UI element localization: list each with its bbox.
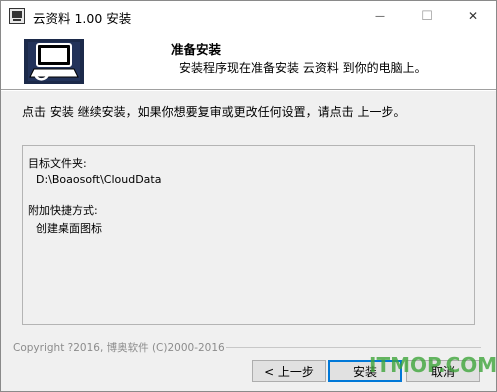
destination-path: D:\Boaosoft\CloudData [36,173,162,186]
minimize-button[interactable]: — [357,1,403,31]
installer-computer-icon [24,39,84,84]
copyright-text: Copyright ?2016, 博奥软件 (C)2000-2016 [13,342,225,354]
title-bar[interactable]: 云资料 1.00 安装 — ☐ ✕ [1,1,496,31]
shortcut-label: 附加快捷方式: [28,204,98,217]
site-watermark: ITMOP.COM [369,353,497,377]
header-divider [1,89,496,91]
minimize-icon: — [375,10,385,22]
close-button[interactable]: ✕ [450,1,496,31]
destination-label: 目标文件夹: [28,157,87,170]
header-subtitle: 安装程序现在准备安装 云资料 到你的电脑上。 [179,61,427,75]
header-title: 准备安装 [171,42,222,57]
footer-divider [226,347,481,348]
wizard-header: 准备安装 安装程序现在准备安装 云资料 到你的电脑上。 [1,31,496,89]
instruction-text: 点击 安装 继续安装，如果你想要复审或更改任何设置，请点击 上一步。 [22,105,406,119]
ready-memo[interactable]: 目标文件夹: D:\Boaosoft\CloudData 附加快捷方式: 创建桌… [22,145,475,325]
back-button[interactable]: < 上一步 [252,360,326,382]
maximize-button[interactable]: ☐ [404,1,450,31]
window-title: 云资料 1.00 安装 [33,11,132,26]
close-icon: ✕ [467,9,479,23]
app-icon [9,8,25,24]
installer-window: 云资料 1.00 安装 — ☐ ✕ 准备安装 安装程序现在准备安装 云资料 到你… [0,0,497,392]
shortcut-value: 创建桌面图标 [36,222,102,235]
maximize-icon: ☐ [421,8,433,24]
